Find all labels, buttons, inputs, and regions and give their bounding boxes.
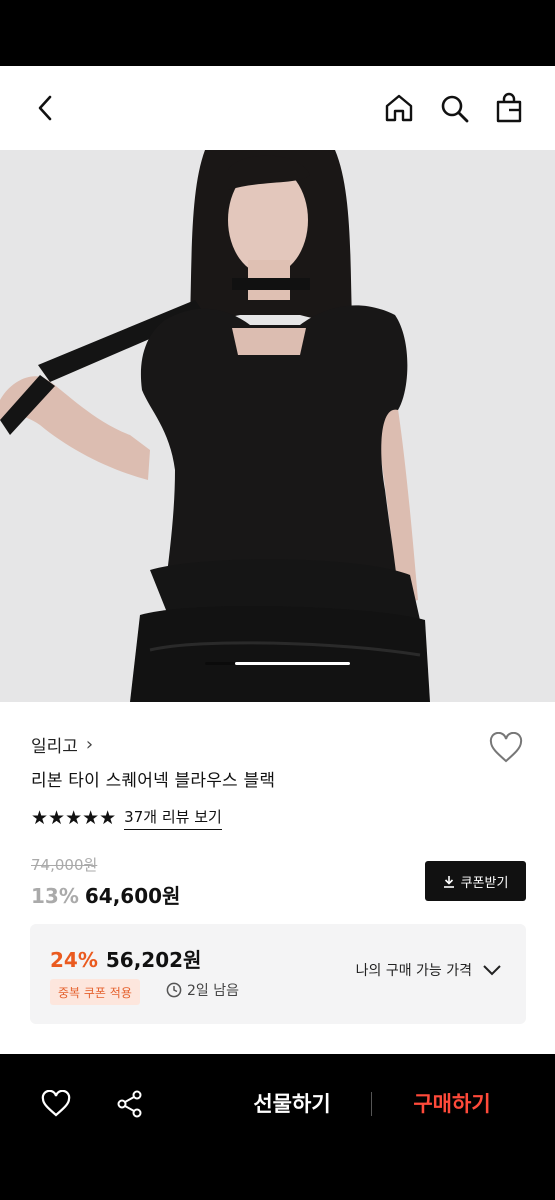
coupon-applied-badge: 중복 쿠폰 적용 — [50, 979, 140, 1005]
my-price-link-label: 나의 구매 가능 가격 — [355, 963, 472, 979]
original-price: 74,000원 — [31, 856, 98, 874]
product-info: 일리고 › 리본 타이 스퀘어넥 블라우스 블랙 ★★★★★ 37개 리뷰 보기… — [0, 702, 555, 1054]
bottom-divider — [371, 1092, 372, 1116]
discount-rate: 13% — [31, 884, 79, 908]
heart-outline-icon — [489, 732, 523, 763]
model-photo — [0, 150, 555, 702]
my-price-detail-link[interactable]: 나의 구매 가능 가격 — [356, 960, 502, 980]
bottom-wishlist-button[interactable] — [38, 1086, 74, 1122]
chevron-right-icon: › — [85, 734, 94, 755]
status-bar — [0, 0, 555, 66]
get-coupon-button[interactable]: 쿠폰받기 — [425, 861, 526, 901]
home-button[interactable] — [381, 90, 417, 126]
time-remaining: 2일 남음 — [166, 980, 239, 1000]
wishlist-button[interactable] — [487, 730, 525, 766]
my-price-row: 24% 56,202원 — [50, 944, 201, 973]
gift-button[interactable]: 선물하기 — [232, 1088, 352, 1118]
bottom-action-bar: 선물하기 구매하기 — [0, 1054, 555, 1200]
sale-price: 64,600원 — [84, 884, 181, 908]
star-rating: ★★★★★ — [31, 806, 117, 829]
cart-button[interactable] — [491, 90, 527, 126]
rating-row: ★★★★★ 37개 리뷰 보기 — [31, 806, 222, 830]
brand-link[interactable]: 일리고 › — [31, 732, 93, 757]
shopping-bag-icon — [496, 92, 522, 123]
download-icon — [443, 875, 454, 888]
buy-button[interactable]: 구매하기 — [392, 1088, 512, 1118]
back-button[interactable] — [28, 90, 62, 126]
image-pager-active — [235, 662, 350, 665]
top-nav — [0, 66, 555, 150]
product-image[interactable] — [0, 150, 555, 702]
search-button[interactable] — [436, 90, 472, 126]
clock-icon — [166, 982, 182, 998]
home-icon — [385, 94, 413, 122]
reviews-link[interactable]: 37개 리뷰 보기 — [124, 806, 222, 830]
share-button[interactable] — [112, 1086, 148, 1122]
my-purchase-price-panel[interactable]: 24% 56,202원 중복 쿠폰 적용 2일 남음 나의 구매 가능 가격 — [30, 924, 526, 1024]
product-title: 리본 타이 스퀘어넥 블라우스 블랙 — [31, 771, 276, 791]
chevron-down-icon — [483, 965, 501, 976]
image-pager-indicator — [205, 662, 350, 665]
share-icon — [117, 1090, 142, 1118]
chevron-left-icon — [38, 95, 52, 121]
timer-text: 2일 남음 — [187, 983, 239, 999]
coupon-label: 쿠폰받기 — [460, 875, 509, 891]
brand-name: 일리고 — [31, 737, 78, 757]
heart-outline-icon — [41, 1090, 71, 1117]
my-discount-rate: 24% — [50, 948, 98, 972]
my-price: 56,202원 — [105, 948, 202, 972]
search-icon — [441, 95, 469, 123]
price-row: 13% 64,600원 — [31, 880, 180, 909]
